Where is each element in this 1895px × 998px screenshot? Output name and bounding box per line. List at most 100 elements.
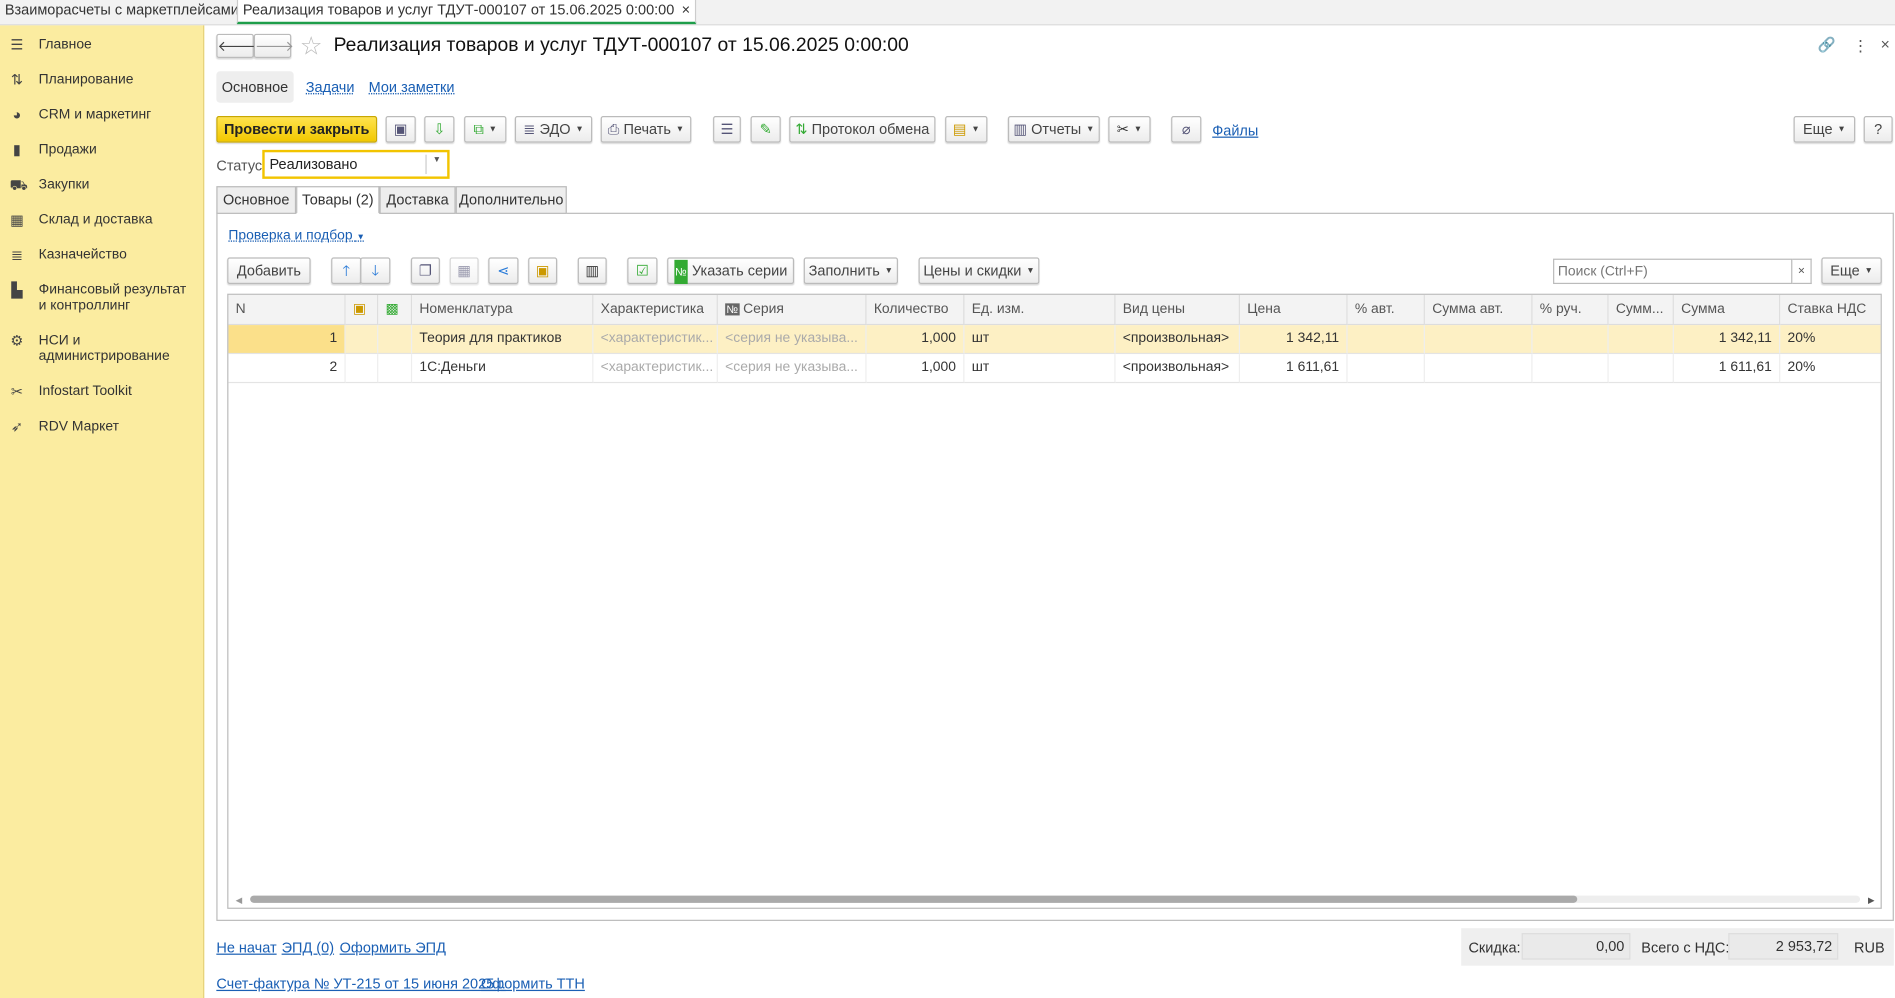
help-button[interactable]: ? [1863,116,1893,143]
table-cell-price[interactable]: 1 342,11 [1240,325,1348,355]
table-more-button[interactable]: Еще ▼ [1821,257,1882,285]
tab-goods[interactable]: Товары (2) [296,186,380,214]
table-cell-n[interactable]: 2 [228,354,346,384]
forward-button[interactable]: 🡒 [253,33,294,59]
table-cell-pm[interactable] [1532,325,1609,355]
close-icon[interactable]: × [1881,35,1890,53]
table-cell-pm[interactable] [1532,354,1609,384]
prices-discounts-button[interactable]: Цены и скидки ▼ [918,257,1040,285]
table-cell-vat[interactable]: 20% [1780,325,1881,355]
table-cell-sm[interactable] [1608,325,1674,355]
column-header[interactable]: Сумма авт. [1424,294,1533,326]
exchange-log-button[interactable]: ⇅ Протокол обмена [789,116,936,143]
paste-button[interactable]: ▦ [449,257,479,285]
column-header[interactable]: Ед. изм. [964,294,1116,326]
add-button[interactable]: Добавить [227,257,311,285]
column-header[interactable]: Цена [1240,294,1348,326]
column-header[interactable]: № Серия [717,294,867,326]
files-link[interactable]: Файлы [1212,122,1258,139]
table-cell-sa[interactable] [1424,325,1533,355]
print-button[interactable]: ⎙ Печать ▼ [600,116,692,143]
column-header[interactable]: Сумма [1673,294,1781,326]
table-cell-series[interactable]: <серия не указыва... [717,325,867,355]
tab-additional[interactable]: Дополнительно [455,186,567,214]
save-button[interactable]: ▣ [385,116,416,143]
column-header[interactable]: ▩ [378,294,413,326]
table-cell-vat[interactable]: 20% [1780,354,1881,384]
check-button[interactable]: ☑ [627,257,658,285]
column-header[interactable]: Вид цены [1115,294,1241,326]
table-cell-qty[interactable]: 1,000 [866,325,965,355]
column-header[interactable]: Количество [866,294,965,326]
table-cell-unit[interactable]: шт [964,325,1116,355]
back-button[interactable]: 🡐 [216,33,256,59]
check-and-select-link[interactable]: Проверка и подбор ▼ [228,228,364,243]
tab-main[interactable]: Основное [216,186,297,214]
tools-button[interactable]: ✂ ▼ [1108,116,1151,143]
column-header[interactable]: Сумм... [1608,294,1674,326]
epd-link[interactable]: ЭПД (0) [282,939,334,956]
table-cell[interactable] [345,354,379,384]
table-cell-char[interactable]: <характеристик... [593,354,718,384]
scroll-right-icon[interactable]: ▶ [1868,896,1875,905]
table-cell-name[interactable]: Теория для практиков [412,325,594,355]
table-cell-price_type[interactable]: <произвольная> [1115,325,1241,355]
related-docs-button[interactable]: ▤ ▼ [945,116,988,143]
copy-button[interactable]: ❐ [410,257,440,285]
table-cell-price[interactable]: 1 611,61 [1240,354,1348,384]
post-button[interactable]: ⇩ [424,116,455,143]
scrollbar-thumb[interactable] [250,895,1578,903]
make-epd-link[interactable]: Оформить ЭПД [340,939,446,956]
barcode-button[interactable]: ▥ [577,257,607,285]
table-cell-name[interactable]: 1С:Деньги [412,354,594,384]
more-icon[interactable]: ⋮ [1853,36,1869,55]
search-input[interactable] [1553,258,1793,285]
move-down-button[interactable]: 🡓 [360,257,391,285]
horizontal-scrollbar[interactable] [250,895,1861,903]
chevron-down-icon[interactable]: ▼ [433,156,441,164]
create-based-on-button[interactable]: ⧉ ▼ [464,116,507,143]
move-up-button[interactable]: 🡑 [331,257,362,285]
form-tab-main[interactable]: Основное [216,71,294,103]
search-clear-icon[interactable]: × [1792,258,1812,285]
edo-button[interactable]: ≣ ЭДО ▼ [514,116,593,143]
table-cell-unit[interactable]: шт [964,354,1116,384]
status-field[interactable]: Реализовано ▼ [262,149,450,179]
table-cell-qty[interactable]: 1,000 [866,354,965,384]
structure-button[interactable]: ☰ [713,116,741,143]
table-cell-pa[interactable] [1347,325,1425,355]
scroll-left-icon[interactable]: ◀ [236,896,243,905]
star-icon[interactable]: ☆ [300,31,323,61]
table-cell-sum[interactable]: 1 342,11 [1673,325,1781,355]
tab-delivery[interactable]: Доставка [379,186,456,214]
table-cell-series[interactable]: <серия не указыва... [717,354,867,384]
table-cell-sm[interactable] [1608,354,1674,384]
split-button[interactable]: ⋖ [488,257,519,285]
table-cell-price_type[interactable]: <произвольная> [1115,354,1241,384]
make-ttn-link[interactable]: Оформить ТТН [481,975,585,992]
edo-status-link[interactable]: Не начат [216,939,276,956]
column-header[interactable]: Характеристика [593,294,718,326]
table-cell[interactable] [378,325,413,355]
window-tab-document[interactable]: Реализация товаров и услуг ТДУТ-000107 о… [236,0,697,25]
window-tab-marketplaces[interactable]: Взаиморасчеты с маркетплейсами× [0,0,259,24]
column-header[interactable]: % авт. [1347,294,1425,326]
table-cell-sum[interactable]: 1 611,61 [1673,354,1781,384]
form-tab-tasks[interactable]: Задачи [306,79,355,96]
close-icon[interactable]: × [682,1,690,18]
column-header[interactable]: N [228,294,346,326]
column-header[interactable]: % руч. [1532,294,1609,326]
column-header[interactable]: Ставка НДС [1780,294,1881,326]
set-series-button[interactable]: № Указать серии [667,257,795,285]
sign-button[interactable]: ✎ [750,116,781,143]
more-button[interactable]: Еще ▼ [1793,116,1856,143]
form-tab-notes[interactable]: Мои заметки [369,79,455,96]
table-cell-char[interactable]: <характеристик... [593,325,718,355]
invoice-link[interactable]: Счет-фактура № УТ-215 от 15 июня 2025 г. [216,975,505,992]
link-icon[interactable]: 🔗 [1818,36,1836,53]
table-cell-sa[interactable] [1424,354,1533,384]
selection-button[interactable]: ▣ [528,257,558,285]
column-header[interactable]: ▣ [345,294,379,326]
reports-button[interactable]: ▥ Отчеты ▼ [1007,116,1100,143]
table-cell[interactable] [378,354,413,384]
